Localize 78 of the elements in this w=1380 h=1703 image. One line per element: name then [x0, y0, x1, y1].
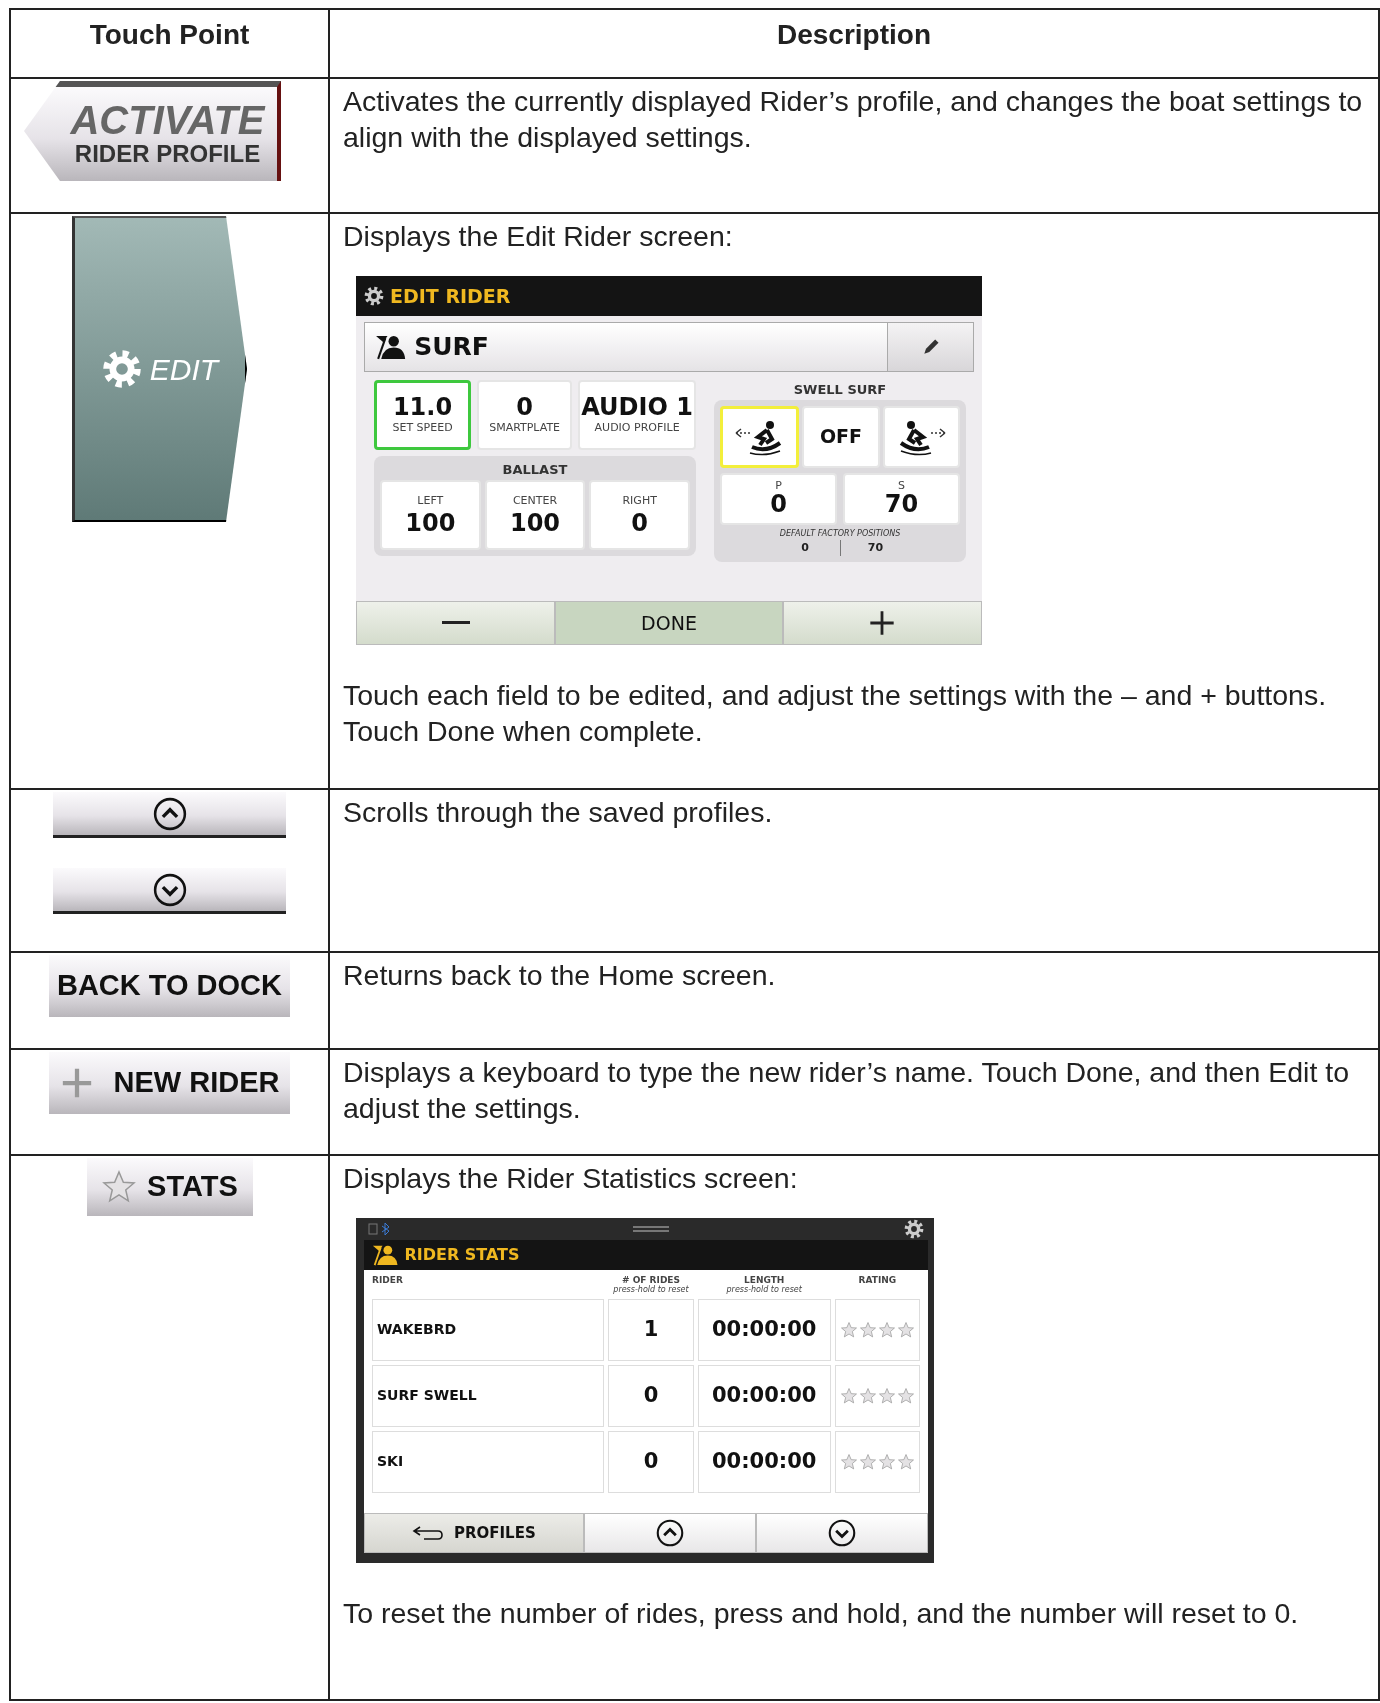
minus-icon	[441, 621, 470, 625]
screen-title: EDIT RIDER	[390, 283, 511, 309]
star-icon	[877, 1452, 896, 1471]
column-header: RATING	[857, 1274, 898, 1287]
table-cell: 0	[608, 1430, 694, 1493]
table-cell: 00:00:00	[697, 1364, 831, 1427]
ballast-tile[interactable]: LEFT 100	[380, 479, 481, 550]
scroll-down-button[interactable]	[53, 868, 286, 914]
default-positions-label: DEFAULT FACTORY POSITIONS	[778, 527, 902, 540]
ballast-tile[interactable]: CENTER 100	[484, 479, 586, 550]
done-button[interactable]: DONE	[555, 601, 783, 645]
ballast-panel: BALLAST LEFT 100 CENTER 100 RIGHT 0	[374, 456, 696, 556]
column-header: LENGTH press-hold to reset	[725, 1274, 803, 1296]
column-header: Description	[329, 9, 1379, 78]
column-header: # OF RIDES press-hold to reset	[612, 1274, 690, 1296]
wedge-position-tile[interactable]: S 70	[843, 472, 960, 525]
gear-icon	[904, 1219, 924, 1239]
description-text: Touch each field to be edited, and adjust the settings with the – and + buttons. Touch Done when complete.	[342, 678, 1328, 749]
surf-side-button[interactable]	[882, 405, 960, 468]
description-text: Activates the currently displayed Rider’s profile, and changes the boat settings to align with the displayed settings.	[342, 84, 1364, 155]
default-position-value: 0	[800, 539, 810, 556]
swell-surf-label: SWELL SURF	[792, 381, 888, 399]
star-icon	[101, 1169, 138, 1205]
chevron-down-icon	[152, 872, 187, 907]
star-icon	[858, 1386, 877, 1405]
rider-icon	[375, 334, 407, 360]
description-text: To reset the number of rides, press and hold, and the number will reset to 0.	[342, 1596, 1300, 1631]
description-text: Displays a keyboard to type the new rider’s name. Touch Done, and then Edit to adjust the settings.	[342, 1055, 1351, 1126]
table-cell: 00:00:00	[697, 1298, 831, 1361]
star-icon	[896, 1320, 915, 1339]
scroll-down-button[interactable]	[755, 1513, 928, 1553]
ballast-tile[interactable]: RIGHT 0	[589, 479, 690, 550]
back-to-dock-button[interactable]: BACK TO DOCK	[49, 955, 290, 1017]
column-header: RIDER	[372, 1274, 404, 1287]
star-icon	[858, 1452, 877, 1471]
surf-off-button[interactable]: OFF	[802, 405, 880, 468]
chevron-up-icon	[655, 1519, 684, 1547]
table-cell: 0	[608, 1364, 694, 1427]
screen-title: RIDER STATS	[404, 1244, 520, 1266]
rider-icon	[372, 1244, 399, 1266]
stats-button[interactable]: STATS	[86, 1158, 253, 1216]
default-position-value: 70	[840, 539, 910, 556]
star-icon	[839, 1320, 858, 1339]
new-rider-button[interactable]: NEW RIDER	[49, 1052, 290, 1114]
activate-rider-profile-button[interactable]: ACTIVATE RIDER PROFILE	[24, 81, 281, 181]
chevron-up-icon	[152, 796, 187, 831]
description-text: Scrolls through the saved profiles.	[342, 795, 774, 830]
setting-tile[interactable]: 0 SMARTPLATE	[477, 380, 573, 450]
scroll-up-button[interactable]	[53, 792, 286, 838]
rider-name-field[interactable]: SURF	[364, 322, 974, 372]
star-icon	[896, 1386, 915, 1405]
star-icon	[877, 1320, 896, 1339]
plus-icon	[868, 609, 897, 637]
star-icon	[839, 1386, 858, 1405]
star-icon	[839, 1452, 858, 1471]
surf-side-button[interactable]	[720, 405, 800, 468]
table-cell: SKI	[372, 1430, 605, 1493]
table-cell: SURF SWELL	[372, 1364, 605, 1427]
gear-icon	[101, 349, 142, 389]
description-text: Displays the Rider Statistics screen:	[342, 1161, 799, 1196]
chevron-down-icon	[827, 1519, 856, 1547]
description-text: Returns back to the Home screen.	[342, 958, 777, 993]
column-header: Touch Point	[10, 9, 329, 78]
star-icon	[858, 1320, 877, 1339]
table-cell: 1	[608, 1298, 694, 1361]
profiles-button[interactable]: PROFILES	[364, 1513, 584, 1553]
gear-icon	[364, 286, 384, 306]
setting-tile[interactable]: AUDIO 1 AUDIO PROFILE	[578, 380, 696, 450]
table-cell: WAKEBRD	[372, 1298, 605, 1361]
setting-tile[interactable]: 11.0 SET SPEED	[374, 380, 472, 450]
description-text: Displays the Edit Rider screen:	[342, 219, 734, 254]
table-cell: 00:00:00	[697, 1430, 831, 1493]
scroll-up-button[interactable]	[583, 1513, 756, 1553]
handle-icon	[633, 1225, 669, 1233]
star-icon	[877, 1386, 896, 1405]
wedge-position-tile[interactable]: P 0	[720, 472, 837, 525]
back-arrow-icon	[411, 1525, 444, 1541]
star-icon	[896, 1452, 915, 1471]
